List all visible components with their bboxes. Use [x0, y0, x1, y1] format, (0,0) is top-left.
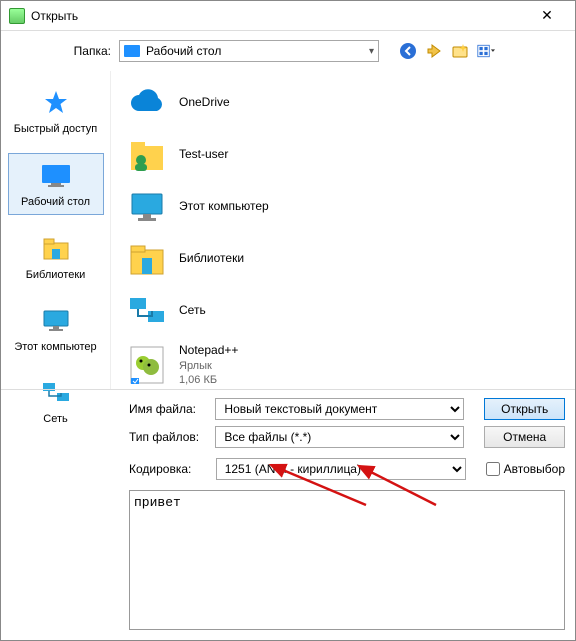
filetype-label: Тип файлов: [129, 430, 205, 444]
places-sidebar: Быстрый доступ Рабочий стол Библиотеки Э… [1, 71, 111, 389]
desktop-icon [124, 45, 140, 57]
auto-checkbox-input[interactable] [486, 462, 500, 476]
main-area: Быстрый доступ Рабочий стол Библиотеки Э… [1, 71, 575, 389]
app-icon [9, 8, 25, 24]
up-button[interactable] [425, 42, 443, 60]
view-menu-button[interactable] [477, 42, 495, 60]
preview-text[interactable] [130, 491, 564, 629]
encoding-dropdown[interactable]: 1251 (ANSI - кириллица) [216, 458, 466, 480]
sidebar-item-quick-access[interactable]: Быстрый доступ [8, 81, 104, 141]
folder-label: Папка: [61, 44, 111, 58]
toolbar [399, 42, 495, 60]
chevron-down-icon: ▾ [369, 46, 374, 57]
file-item-onedrive[interactable]: OneDrive [111, 77, 575, 129]
filename-label: Имя файла: [129, 402, 205, 416]
cloud-icon [127, 83, 167, 123]
network-icon [127, 291, 167, 331]
titlebar: Открыть ✕ [1, 1, 575, 31]
open-button[interactable]: Открыть [484, 398, 565, 420]
bottom-panel: Имя файла: Новый текстовый документ Откр… [1, 390, 575, 640]
window-title: Открыть [31, 9, 527, 23]
file-item-notepadpp[interactable]: Notepad++ Ярлык 1,06 КБ [111, 337, 575, 389]
pc-icon [40, 305, 72, 337]
user-folder-icon [127, 135, 167, 175]
sidebar-item-this-pc[interactable]: Этот компьютер [8, 299, 104, 359]
open-dialog: Открыть ✕ Папка: Рабочий стол ▾ [0, 0, 576, 641]
folder-value: Рабочий стол [146, 44, 221, 58]
new-folder-button[interactable] [451, 42, 469, 60]
libraries-icon [40, 233, 72, 265]
preview-pane [129, 490, 565, 630]
file-item-user[interactable]: Test-user [111, 129, 575, 181]
file-item-libraries[interactable]: Библиотеки [111, 233, 575, 285]
cancel-button[interactable]: Отмена [484, 426, 565, 448]
filename-input[interactable]: Новый текстовый документ [215, 398, 464, 420]
sidebar-item-libraries[interactable]: Библиотеки [8, 227, 104, 287]
close-button[interactable]: ✕ [527, 1, 567, 30]
desktop-icon [40, 160, 72, 192]
star-icon [40, 87, 72, 119]
notepadpp-icon [127, 345, 167, 385]
file-item-this-pc[interactable]: Этот компьютер [111, 181, 575, 233]
filetype-dropdown[interactable]: Все файлы (*.*) [215, 426, 464, 448]
file-item-network[interactable]: Сеть [111, 285, 575, 337]
file-list[interactable]: OneDrive Test-user Этот компьютер Библио… [111, 71, 575, 389]
back-button[interactable] [399, 42, 417, 60]
encoding-label: Кодировка: [129, 462, 206, 476]
pc-icon [127, 187, 167, 227]
sidebar-item-desktop[interactable]: Рабочий стол [8, 153, 104, 215]
libraries-icon [127, 239, 167, 279]
folder-dropdown[interactable]: Рабочий стол ▾ [119, 40, 379, 62]
auto-checkbox[interactable]: Автовыбор [486, 462, 565, 476]
folder-bar: Папка: Рабочий стол ▾ [1, 31, 575, 71]
